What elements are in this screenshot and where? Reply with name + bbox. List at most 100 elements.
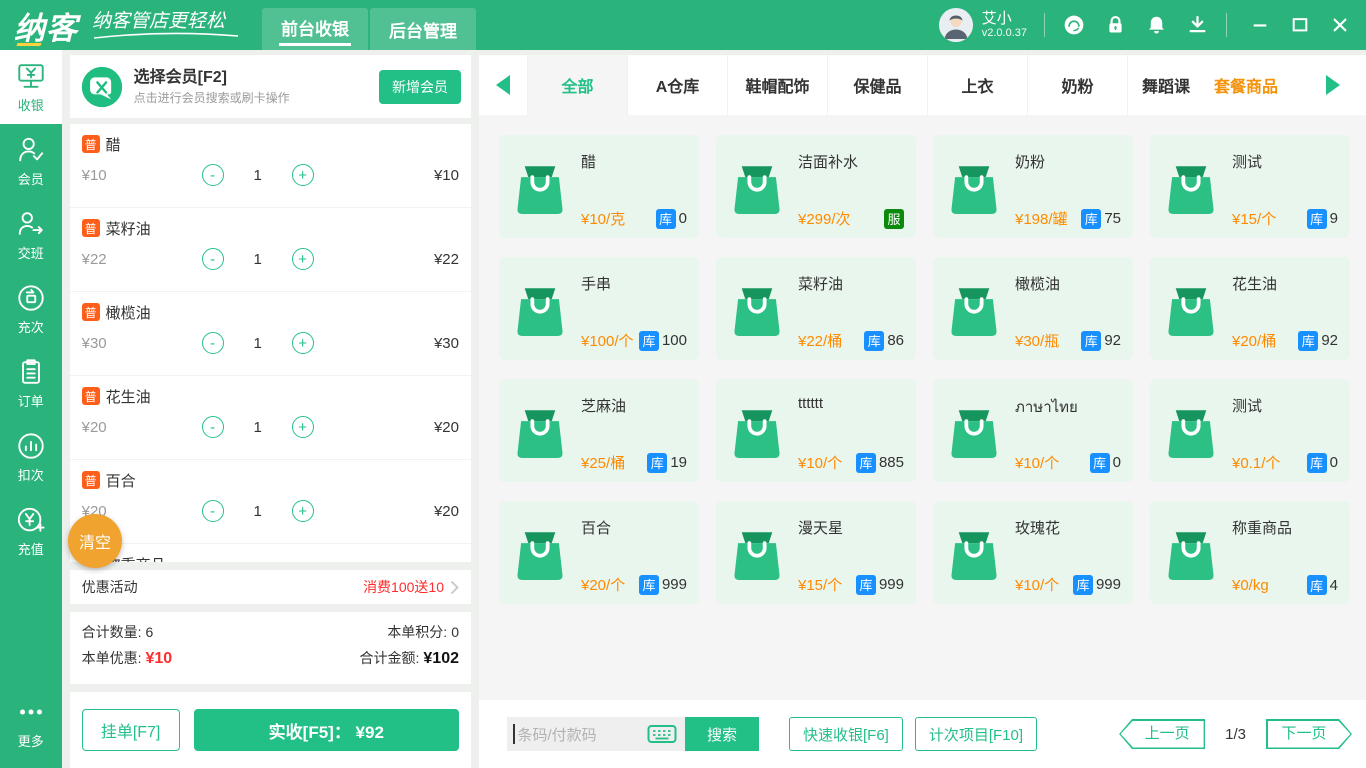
- item-type-badge: 普: [82, 135, 100, 153]
- stock-badge: 服: [884, 209, 904, 229]
- barcode-placeholder: 条码/付款码: [518, 724, 648, 745]
- category-tab[interactable]: 舞蹈课: [1127, 55, 1193, 115]
- next-page-button[interactable]: 下一页: [1266, 719, 1352, 749]
- decrease-qty-button[interactable]: -: [202, 332, 224, 354]
- cart-item-qty: 1: [224, 167, 292, 184]
- stock-count: 9: [1330, 210, 1338, 227]
- topbar: 纳客 纳客管店更轻松 前台收银 后台管理 艾小 v2.0.0.37: [0, 0, 1366, 50]
- product-card[interactable]: 奶粉 ¥198/罐 库 75: [933, 135, 1133, 238]
- checkout-button[interactable]: 实收[F5]： ¥92: [194, 709, 459, 751]
- shopping-bag-icon: [1160, 267, 1222, 351]
- minimize-button[interactable]: [1250, 15, 1270, 35]
- product-card[interactable]: 测试 ¥0.1/个 库 0: [1150, 379, 1350, 482]
- prev-page-button[interactable]: 上一页: [1119, 719, 1205, 749]
- category-tab[interactable]: A仓库: [627, 55, 727, 115]
- page-indicator: 1/3: [1225, 726, 1246, 743]
- stock-count: 100: [662, 332, 687, 349]
- sidebar-item-deduct-times[interactable]: 扣次: [0, 420, 62, 494]
- product-card[interactable]: 洁面补水 ¥299/次 服: [716, 135, 916, 238]
- product-card[interactable]: 玫瑰花 ¥10/个 库 999: [933, 501, 1133, 604]
- sidebar-item-shift[interactable]: 交班: [0, 198, 62, 272]
- product-card[interactable]: ภาษาไทย ¥10/个 库 0: [933, 379, 1133, 482]
- sidebar-item-more[interactable]: 更多: [0, 686, 62, 760]
- stock-count: 86: [887, 332, 904, 349]
- product-card[interactable]: 醋 ¥10/克 库 0: [499, 135, 699, 238]
- category-tab[interactable]: 保健品: [827, 55, 927, 115]
- shopping-bag-icon: [726, 267, 788, 351]
- category-tab[interactable]: 套餐商品: [1193, 55, 1299, 115]
- cashier-icon: [16, 61, 46, 91]
- product-card[interactable]: 手串 ¥100/个 库 100: [499, 257, 699, 360]
- discount-label: 本单优惠:: [82, 648, 142, 668]
- product-price: ¥10/克: [581, 208, 625, 229]
- decrease-qty-button[interactable]: -: [202, 416, 224, 438]
- categories-scroll-left[interactable]: [479, 55, 527, 115]
- barcode-input[interactable]: 条码/付款码: [507, 717, 685, 751]
- stock-count: 0: [1330, 454, 1338, 471]
- cart-item-price: ¥30: [82, 335, 202, 352]
- keyboard-icon[interactable]: [647, 724, 677, 744]
- avatar[interactable]: [939, 8, 973, 42]
- sidebar-item-recharge-times[interactable]: 充次: [0, 272, 62, 346]
- decrease-qty-button[interactable]: -: [202, 164, 224, 186]
- product-card[interactable]: 橄榄油 ¥30/瓶 库 92: [933, 257, 1133, 360]
- product-card[interactable]: 百合 ¥20/个 库 999: [499, 501, 699, 604]
- decrease-qty-button[interactable]: -: [202, 500, 224, 522]
- shopping-bag-icon: [726, 145, 788, 229]
- sidebar-item-recharge[interactable]: 充值: [0, 494, 62, 568]
- stock-badge: 库: [1081, 209, 1101, 229]
- product-price: ¥10/个: [1015, 574, 1059, 595]
- increase-qty-button[interactable]: +: [292, 248, 314, 270]
- product-card[interactable]: 称重商品 ¥0/kg 库 4: [1150, 501, 1350, 604]
- recharge-times-icon: [16, 283, 46, 313]
- main-tabs: 前台收银 后台管理: [262, 0, 476, 50]
- service-icon[interactable]: [1062, 13, 1086, 37]
- product-price: ¥15/个: [798, 574, 842, 595]
- close-button[interactable]: [1330, 15, 1350, 35]
- sidebar-item-member[interactable]: 会员: [0, 124, 62, 198]
- category-tab[interactable]: 上衣: [927, 55, 1027, 115]
- product-card[interactable]: 花生油 ¥20/桶 库 92: [1150, 257, 1350, 360]
- maximize-button[interactable]: [1290, 15, 1310, 35]
- increase-qty-button[interactable]: +: [292, 416, 314, 438]
- count-item-button[interactable]: 计次项目[F10]: [915, 717, 1037, 751]
- product-card[interactable]: 菜籽油 ¥22/桶 库 86: [716, 257, 916, 360]
- stock-badge: 库: [1073, 575, 1093, 595]
- cart-item-total: ¥30: [434, 335, 459, 352]
- product-name: 称重商品: [1232, 517, 1338, 538]
- bell-icon[interactable]: [1144, 13, 1168, 37]
- main-nav-tab[interactable]: 前台收银: [262, 8, 368, 50]
- main-nav-tab[interactable]: 后台管理: [370, 8, 476, 50]
- lock-icon[interactable]: [1103, 13, 1127, 37]
- decrease-qty-button[interactable]: -: [202, 248, 224, 270]
- category-tab[interactable]: 鞋帽配饰: [727, 55, 827, 115]
- category-tab[interactable]: 奶粉: [1027, 55, 1127, 115]
- hold-order-button[interactable]: 挂单[F7]: [82, 709, 180, 751]
- categories-scroll-right[interactable]: [1299, 55, 1366, 115]
- stock-count: 999: [1096, 576, 1121, 593]
- search-button[interactable]: 搜索: [685, 717, 759, 751]
- product-card[interactable]: tttttt ¥10/个 库 885: [716, 379, 916, 482]
- increase-qty-button[interactable]: +: [292, 500, 314, 522]
- select-member-card[interactable]: 选择会员[F2] 点击进行会员搜索或刷卡操作 新增会员: [70, 55, 471, 118]
- product-card[interactable]: 漫天星 ¥15/个 库 999: [716, 501, 916, 604]
- user-name: 艾小: [982, 10, 1027, 27]
- product-card[interactable]: 芝麻油 ¥25/桶 库 19: [499, 379, 699, 482]
- stock-count: 999: [662, 576, 687, 593]
- product-name: 百合: [581, 517, 687, 538]
- download-icon[interactable]: [1185, 13, 1209, 37]
- sidebar-item-cashier[interactable]: 收银: [0, 50, 62, 124]
- quick-cashier-button[interactable]: 快速收银[F6]: [789, 717, 903, 751]
- increase-qty-button[interactable]: +: [292, 164, 314, 186]
- product-card[interactable]: 测试 ¥15/个 库 9: [1150, 135, 1350, 238]
- add-member-button[interactable]: 新增会员: [379, 70, 461, 104]
- increase-qty-button[interactable]: +: [292, 332, 314, 354]
- clear-cart-button[interactable]: 清空: [68, 514, 122, 568]
- arrow-right-icon: [1326, 75, 1340, 95]
- product-price: ¥20/个: [581, 574, 625, 595]
- promo-row[interactable]: 优惠活动 消费100送10: [70, 570, 471, 604]
- shopping-bag-icon: [943, 511, 1005, 595]
- window-controls: [1250, 15, 1350, 35]
- category-tab[interactable]: 全部: [527, 55, 627, 115]
- sidebar-item-orders[interactable]: 订单: [0, 346, 62, 420]
